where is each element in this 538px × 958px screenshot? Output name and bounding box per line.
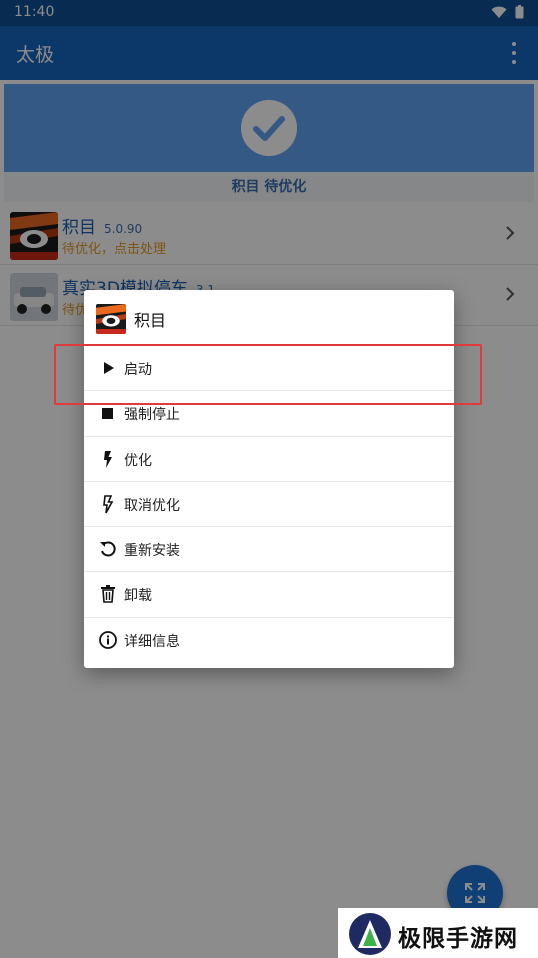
dialog-header: 积目 [84,290,454,346]
trash-icon [101,585,115,604]
menu-item-label: 优化 [124,452,152,469]
watermark-text: 极限手游网 [398,925,518,952]
menu-item-reinstall[interactable]: 重新安装 [84,527,454,573]
menu-item-label: 卸载 [124,588,152,605]
menu-item-optimize[interactable]: 优化 [84,437,454,482]
menu-item-label: 重新安装 [124,543,180,560]
menu-item-cancel-optimize[interactable]: 取消优化 [84,482,454,528]
watermark: 极限手游网 [338,908,538,958]
highlight-box [54,344,482,405]
bolt-off-icon [103,495,114,514]
info-icon [99,630,117,649]
watermark-logo-icon [349,913,391,955]
app-icon-jimu [96,304,126,334]
menu-item-details[interactable]: 详细信息 [84,618,454,663]
menu-item-label: 强制停止 [124,407,180,424]
reinstall-icon [100,541,116,557]
stop-icon [102,408,113,420]
menu-item-label: 取消优化 [124,497,180,514]
dialog-title: 积目 [134,311,167,330]
menu-item-label: 详细信息 [124,633,180,650]
bolt-icon [104,450,112,468]
menu-item-uninstall[interactable]: 卸载 [84,572,454,618]
